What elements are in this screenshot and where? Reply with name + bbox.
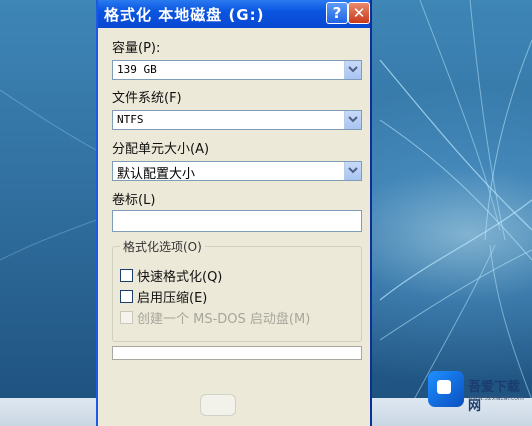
- title-bar[interactable]: 格式化 本地磁盘 (G:) ? ✕: [98, 0, 370, 28]
- file-system-label: 文件系统(F): [112, 91, 182, 106]
- quick-format-checkbox[interactable]: [120, 269, 133, 282]
- help-button[interactable]: ?: [326, 2, 348, 24]
- close-button[interactable]: ✕: [348, 2, 370, 24]
- watermark-url: www.52xiazai.com: [468, 395, 524, 402]
- volume-label-label: 卷标(L): [112, 193, 156, 208]
- site-logo-icon: [428, 371, 464, 407]
- format-dialog: 格式化 本地磁盘 (G:) ? ✕ 容量(P): 139 GB 文件系统(F) …: [96, 0, 372, 426]
- allocation-unit-value: 默认配置大小: [117, 167, 196, 182]
- capacity-value: 139 GB: [117, 63, 157, 76]
- capacity-dropdown[interactable]: 139 GB: [112, 60, 362, 80]
- enable-compression-checkbox[interactable]: [120, 290, 133, 303]
- quick-format-label: 快速格式化(Q): [137, 270, 223, 285]
- file-system-value: NTFS: [117, 113, 144, 126]
- format-options-title: 格式化选项(O): [120, 238, 205, 255]
- ms-dos-startup-checkbox: [120, 311, 133, 324]
- chevron-down-icon[interactable]: [344, 111, 361, 129]
- capacity-label: 容量(P):: [112, 41, 161, 56]
- window-title: 格式化 本地磁盘 (G:): [104, 6, 265, 24]
- start-button[interactable]: [200, 394, 236, 416]
- chevron-down-icon[interactable]: [344, 61, 361, 79]
- allocation-unit-label: 分配单元大小(A): [112, 142, 210, 157]
- volume-label-input[interactable]: [112, 210, 362, 232]
- ms-dos-startup-option: 创建一个 MS-DOS 启动盘(M): [120, 308, 310, 327]
- chevron-down-icon[interactable]: [344, 162, 361, 180]
- watermark-logo: 吾爱下载网 www.52xiazai.com: [424, 371, 530, 414]
- quick-format-option[interactable]: 快速格式化(Q): [120, 266, 222, 285]
- file-system-dropdown[interactable]: NTFS: [112, 110, 362, 130]
- enable-compression-option[interactable]: 启用压缩(E): [120, 287, 207, 306]
- ms-dos-startup-label: 创建一个 MS-DOS 启动盘(M): [137, 312, 311, 327]
- format-progress-bar: [112, 346, 362, 360]
- enable-compression-label: 启用压缩(E): [137, 291, 208, 306]
- dialog-body: 容量(P): 139 GB 文件系统(F) NTFS 分配单元大小(A) 默认配…: [98, 28, 370, 426]
- allocation-unit-dropdown[interactable]: 默认配置大小: [112, 161, 362, 182]
